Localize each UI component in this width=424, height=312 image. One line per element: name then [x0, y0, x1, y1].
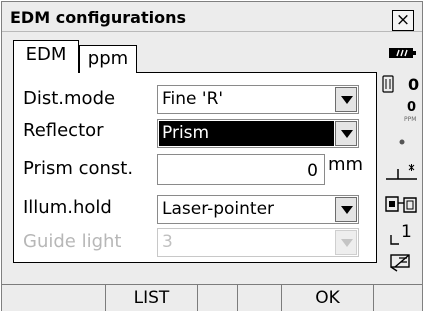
softkey-4[interactable]	[238, 285, 282, 311]
reflector-value: Prism	[162, 123, 210, 143]
battery-icon	[389, 48, 416, 58]
memory-card-icon	[382, 75, 394, 93]
dist-mode-label: Dist.mode	[23, 88, 116, 109]
prism-const-input[interactable]: 0	[157, 154, 325, 185]
softkey-3[interactable]	[198, 285, 238, 311]
title-bar: EDM configurations ×	[2, 2, 422, 32]
dist-mode-value: Fine 'R'	[162, 89, 224, 109]
status-column: 0 0 PPM 1	[382, 42, 422, 277]
guide-light-select: 3	[157, 228, 359, 257]
chevron-down-icon[interactable]	[335, 197, 357, 222]
tab-ppm[interactable]: ppm	[79, 45, 137, 73]
keyboard-icon[interactable]	[389, 253, 413, 273]
edm-config-window: EDM configurations × EDM ppm Dist.mode F…	[1, 1, 423, 311]
reflector-label: Reflector	[23, 120, 104, 141]
chevron-down-icon	[335, 230, 357, 255]
softkey-1[interactable]	[2, 285, 106, 311]
instrument-icon	[385, 196, 417, 213]
chevron-down-icon[interactable]	[335, 87, 357, 112]
corner-icon	[390, 235, 399, 245]
softkey-ok[interactable]: OK	[282, 285, 374, 311]
illum-hold-value: Laser-pointer	[162, 199, 275, 219]
prism-const-value: 0	[307, 161, 318, 181]
page-indicator: 1	[401, 222, 412, 242]
guide-light-value: 3	[162, 232, 173, 252]
dist-mode-select[interactable]: Fine 'R'	[157, 85, 359, 114]
softkey-bar: LIST OK	[2, 284, 422, 311]
softkey-list[interactable]: LIST	[106, 285, 198, 311]
memory-count: 0	[408, 75, 420, 94]
illum-hold-select[interactable]: Laser-pointer	[157, 195, 359, 224]
ppm-value: 0	[407, 100, 417, 115]
illum-hold-label: Illum.hold	[23, 197, 112, 218]
tilt-icon	[386, 164, 417, 180]
prism-const-label: Prism const.	[23, 158, 134, 179]
guide-light-label: Guide light	[23, 231, 122, 252]
prism-const-unit: mm	[328, 154, 364, 175]
window-title: EDM configurations	[10, 8, 186, 27]
tab-edm[interactable]: EDM	[13, 40, 79, 73]
close-button[interactable]: ×	[392, 10, 414, 31]
softkey-6[interactable]	[374, 285, 422, 311]
reflector-select[interactable]: Prism	[157, 119, 359, 148]
chevron-down-icon[interactable]	[335, 121, 357, 146]
ppm-label: PPM	[404, 116, 417, 123]
dot-icon	[399, 139, 405, 145]
